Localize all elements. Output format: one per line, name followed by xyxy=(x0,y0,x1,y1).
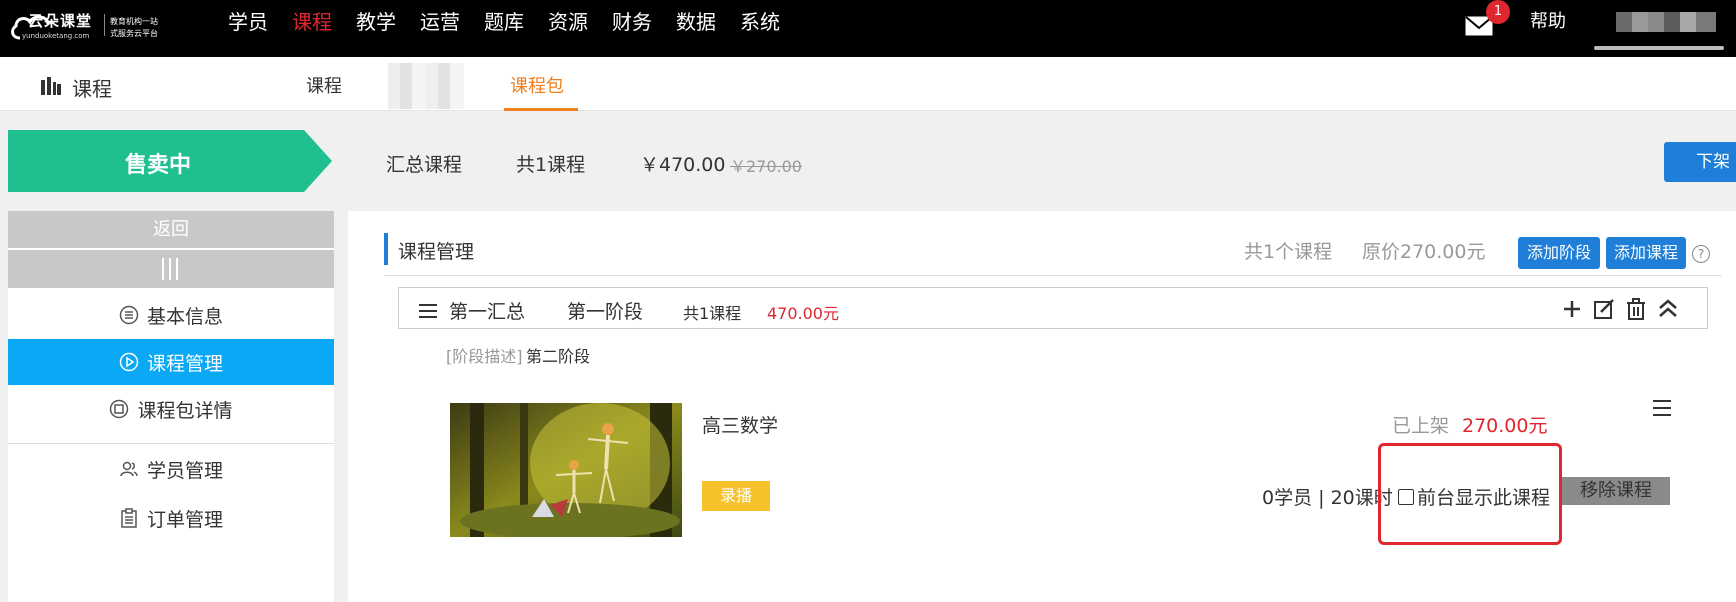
course-type-tag: 录播 xyxy=(702,481,770,511)
sidebar-item-label: 订单管理 xyxy=(146,508,223,531)
menu-icon[interactable] xyxy=(1652,399,1672,417)
package-icon xyxy=(110,399,129,419)
sidebar-collapse-handle[interactable] xyxy=(8,250,334,288)
status-label: 售卖中 xyxy=(124,153,191,178)
stage-price: 470.00元 xyxy=(767,304,839,323)
sidebar-item-order-management[interactable]: 订单管理 xyxy=(8,495,334,541)
course-price: 270.00元 xyxy=(1462,415,1548,437)
sidebar-item-student-management[interactable]: 学员管理 xyxy=(8,446,334,492)
nav-item-operations[interactable]: 运营 xyxy=(420,10,460,34)
logo[interactable]: 云朵课堂 yunduoketang.com 教育机构一站 式服务云平台 xyxy=(8,8,158,44)
nav-item-data[interactable]: 数据 xyxy=(676,10,716,34)
trash-icon[interactable] xyxy=(1625,298,1647,320)
course-status: 已上架 xyxy=(1392,415,1450,437)
chevron-up-icon[interactable] xyxy=(1657,298,1679,320)
tab-courses[interactable]: 课程 xyxy=(306,72,342,98)
logo-divider xyxy=(104,14,105,36)
summary-label: 汇总课程 xyxy=(386,154,463,176)
logo-name: 云朵课堂 xyxy=(28,12,93,30)
play-circle-icon xyxy=(119,352,139,372)
sidebar-item-basic-info[interactable]: 基本信息 xyxy=(8,292,334,338)
nav-item-courses[interactable]: 课程 xyxy=(292,10,332,34)
stage-name: 第一阶段 xyxy=(567,301,644,323)
logo-tagline: 教育机构一站 xyxy=(110,17,158,26)
total-original-price: 原价270.00元 xyxy=(1362,241,1486,263)
stage-course-count: 共1课程 xyxy=(683,304,742,323)
add-stage-button[interactable]: 添加阶段 xyxy=(1518,237,1600,269)
collapse-bars-icon xyxy=(162,258,178,280)
help-link[interactable]: 帮助 xyxy=(1530,10,1566,34)
off-shelf-button[interactable]: 下架 xyxy=(1664,142,1736,182)
stage-description: [阶段描述] 第二阶段 xyxy=(430,331,1708,375)
nav-item-finance[interactable]: 财务 xyxy=(612,10,652,34)
sidebar-item-course-management[interactable]: 课程管理 xyxy=(8,339,334,385)
help-icon[interactable]: ? xyxy=(1692,245,1710,263)
panel-title: 课程管理 xyxy=(398,241,475,263)
stage-header: 第一汇总 第一阶段 共1课程 470.00元 xyxy=(398,287,1708,329)
back-button[interactable]: 返回 xyxy=(8,211,334,249)
drag-handle-icon[interactable] xyxy=(417,300,439,322)
sidebar-item-label: 基本信息 xyxy=(146,305,223,328)
nav-item-students[interactable]: 学员 xyxy=(228,10,268,34)
nav-item-system[interactable]: 系统 xyxy=(740,10,780,34)
add-course-button[interactable]: 添加课程 xyxy=(1606,237,1686,269)
section-title: 课程 xyxy=(72,77,112,101)
edit-icon[interactable] xyxy=(1593,298,1615,320)
main-menu: 学员 课程 教学 运营 题库 资源 财务 数据 系统 xyxy=(228,10,804,34)
sidebar-item-label: 学员管理 xyxy=(146,459,223,482)
tab-course-package[interactable]: 课程包 xyxy=(510,72,564,98)
package-status-bar: 售卖中 汇总课程 共1课程 ￥470.00 ￥270.00 下架 xyxy=(0,130,1736,192)
sidebar-item-label: 课程包详情 xyxy=(137,399,233,422)
add-icon[interactable] xyxy=(1561,298,1583,320)
sub-navigation: 课程 课程 课程包 xyxy=(0,57,1736,111)
user-account-blurred[interactable] xyxy=(1616,12,1716,32)
total-courses: 共1个课程 xyxy=(1244,241,1333,263)
sidebar-item-package-details[interactable]: 课程包详情 xyxy=(8,386,334,432)
course-stats: 0学员 | 20课时 xyxy=(1262,487,1393,509)
books-icon xyxy=(41,77,61,95)
sidebar-item-label: 课程管理 xyxy=(146,352,223,375)
nav-item-resources[interactable]: 资源 xyxy=(548,10,588,34)
logo-tagline: 式服务云平台 xyxy=(110,29,158,38)
remove-course-button[interactable]: 移除课程 xyxy=(1562,477,1670,505)
nav-item-question-bank[interactable]: 题库 xyxy=(484,10,524,34)
course-count: 共1课程 xyxy=(516,154,586,176)
course-thumbnail[interactable] xyxy=(450,403,682,537)
title-divider xyxy=(384,275,1722,276)
active-tab-indicator xyxy=(504,108,578,111)
notification-badge: 1 xyxy=(1486,0,1510,24)
list-circle-icon xyxy=(119,305,139,325)
original-price: ￥270.00 xyxy=(730,157,802,176)
description-label: [阶段描述] xyxy=(446,347,523,366)
annotation-highlight-box xyxy=(1378,443,1562,545)
nav-item-teaching[interactable]: 教学 xyxy=(356,10,396,34)
title-accent-bar xyxy=(384,233,388,265)
course-name[interactable]: 高三数学 xyxy=(702,411,778,438)
stage-summary: 第一汇总 xyxy=(449,301,526,323)
package-price: ￥470.00 xyxy=(640,154,726,176)
top-navigation-bar: 云朵课堂 yunduoketang.com 教育机构一站 式服务云平台 学员 课… xyxy=(0,0,1736,57)
sidebar: 返回 基本信息 课程管理 课程包详情 学员管理 订单管理 xyxy=(8,211,334,602)
tab-blurred[interactable] xyxy=(388,63,464,109)
users-icon xyxy=(120,461,138,477)
clipboard-icon xyxy=(121,508,137,528)
logo-url: yunduoketang.com xyxy=(22,32,90,40)
user-underline xyxy=(1594,46,1724,50)
description-value: 第二阶段 xyxy=(526,347,591,366)
sidebar-divider xyxy=(8,443,334,444)
